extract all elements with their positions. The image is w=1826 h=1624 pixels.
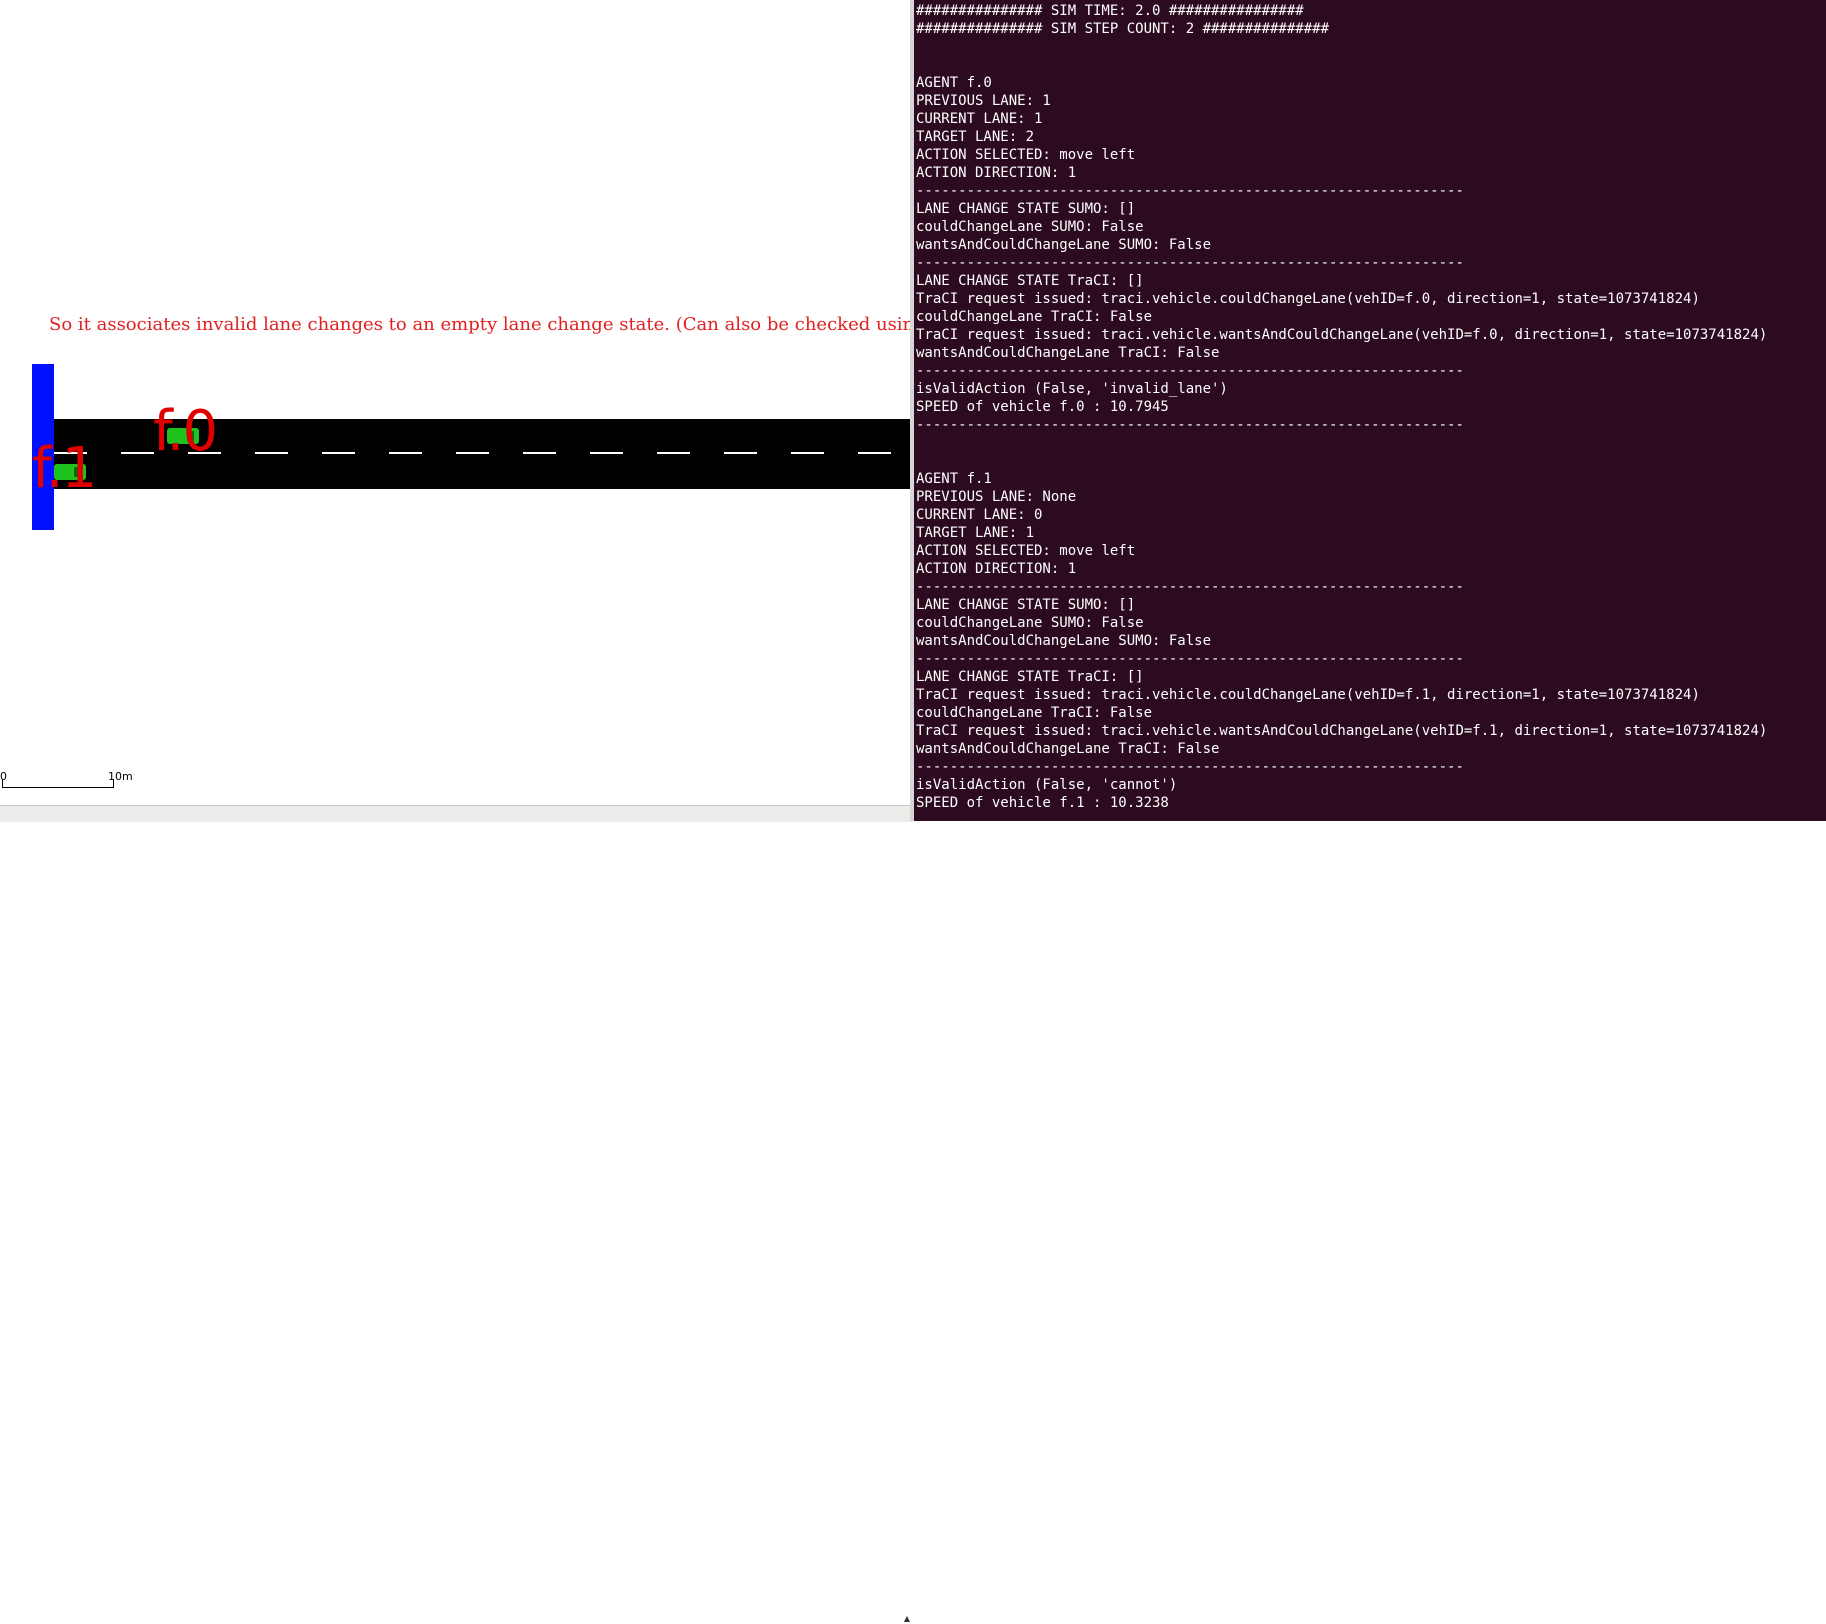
terminal-line: ----------------------------------------… — [916, 651, 1464, 667]
terminal-line: LANE CHANGE STATE SUMO: [] — [916, 597, 1136, 613]
terminal-line: couldChangeLane TraCI: False — [916, 309, 1153, 325]
terminal-line: ACTION DIRECTION: 1 — [916, 165, 1077, 181]
terminal-line: AGENT f.1 — [916, 471, 992, 487]
terminal-line: LANE CHANGE STATE SUMO: [] — [916, 201, 1136, 217]
terminal-line: ----------------------------------------… — [916, 579, 1464, 595]
terminal-line: ACTION SELECTED: move left — [916, 147, 1136, 163]
terminal-line: PREVIOUS LANE: 1 — [916, 93, 1051, 109]
terminal-line: wantsAndCouldChangeLane SUMO: False — [916, 633, 1212, 649]
terminal-line: wantsAndCouldChangeLane TraCI: False — [916, 741, 1220, 757]
terminal-line: wantsAndCouldChangeLane TraCI: False — [916, 345, 1220, 361]
terminal-line: ----------------------------------------… — [916, 255, 1464, 271]
terminal-line: TraCI request issued: traci.vehicle.want… — [916, 327, 1768, 343]
terminal-line: CURRENT LANE: 0 — [916, 507, 1043, 523]
annotation-text: So it associates invalid lane changes to… — [49, 314, 910, 335]
terminal-output: ############### SIM TIME: 2.0 ##########… — [916, 2, 1767, 812]
scale-end-label: 10m — [108, 770, 133, 783]
vehicle-label-f1: f.1 — [32, 436, 97, 501]
simulation-view[interactable]: So it associates invalid lane changes to… — [0, 0, 910, 805]
terminal-line: ACTION SELECTED: move left — [916, 543, 1136, 559]
terminal-window[interactable]: ############### SIM TIME: 2.0 ##########… — [914, 0, 1826, 821]
terminal-line: ############### SIM TIME: 2.0 ##########… — [916, 3, 1304, 19]
message-window-strip: ▲ — [0, 805, 914, 1623]
terminal-line: SPEED of vehicle f.0 : 10.7945 — [916, 399, 1169, 415]
terminal-line: ----------------------------------------… — [916, 759, 1464, 775]
scale-tick — [113, 779, 114, 788]
terminal-line: TraCI request issued: traci.vehicle.coul… — [916, 687, 1700, 703]
terminal-line: couldChangeLane SUMO: False — [916, 219, 1144, 235]
scale-bar: 0 10m — [0, 768, 160, 798]
terminal-line: couldChangeLane TraCI: False — [916, 705, 1153, 721]
terminal-line: LANE CHANGE STATE TraCI: [] — [916, 273, 1144, 289]
terminal-line: ----------------------------------------… — [916, 417, 1464, 433]
terminal-line: CURRENT LANE: 1 — [916, 111, 1043, 127]
terminal-line: wantsAndCouldChangeLane SUMO: False — [916, 237, 1212, 253]
terminal-line: PREVIOUS LANE: None — [916, 489, 1077, 505]
terminal-line: LANE CHANGE STATE TraCI: [] — [916, 669, 1144, 685]
terminal-line: ----------------------------------------… — [916, 363, 1464, 379]
scale-line — [2, 787, 114, 788]
terminal-line: ----------------------------------------… — [916, 183, 1464, 199]
terminal-line: ############### SIM STEP COUNT: 2 ######… — [916, 21, 1330, 37]
terminal-line: isValidAction (False, 'invalid_lane') — [916, 381, 1228, 397]
terminal-line: isValidAction (False, 'cannot') — [916, 777, 1178, 793]
vehicle-label-f0: f.0 — [153, 399, 218, 464]
terminal-line: TARGET LANE: 2 — [916, 129, 1035, 145]
terminal-line: ACTION DIRECTION: 1 — [916, 561, 1077, 577]
terminal-line: SPEED of vehicle f.1 : 10.3238 — [916, 795, 1169, 811]
terminal-line: TARGET LANE: 1 — [916, 525, 1035, 541]
scroll-up-icon[interactable]: ▲ — [902, 1614, 912, 1624]
terminal-line: TraCI request issued: traci.vehicle.want… — [916, 723, 1768, 739]
terminal-line: couldChangeLane SUMO: False — [916, 615, 1144, 631]
terminal-line: AGENT f.0 — [916, 75, 992, 91]
terminal-line: TraCI request issued: traci.vehicle.coul… — [916, 291, 1700, 307]
